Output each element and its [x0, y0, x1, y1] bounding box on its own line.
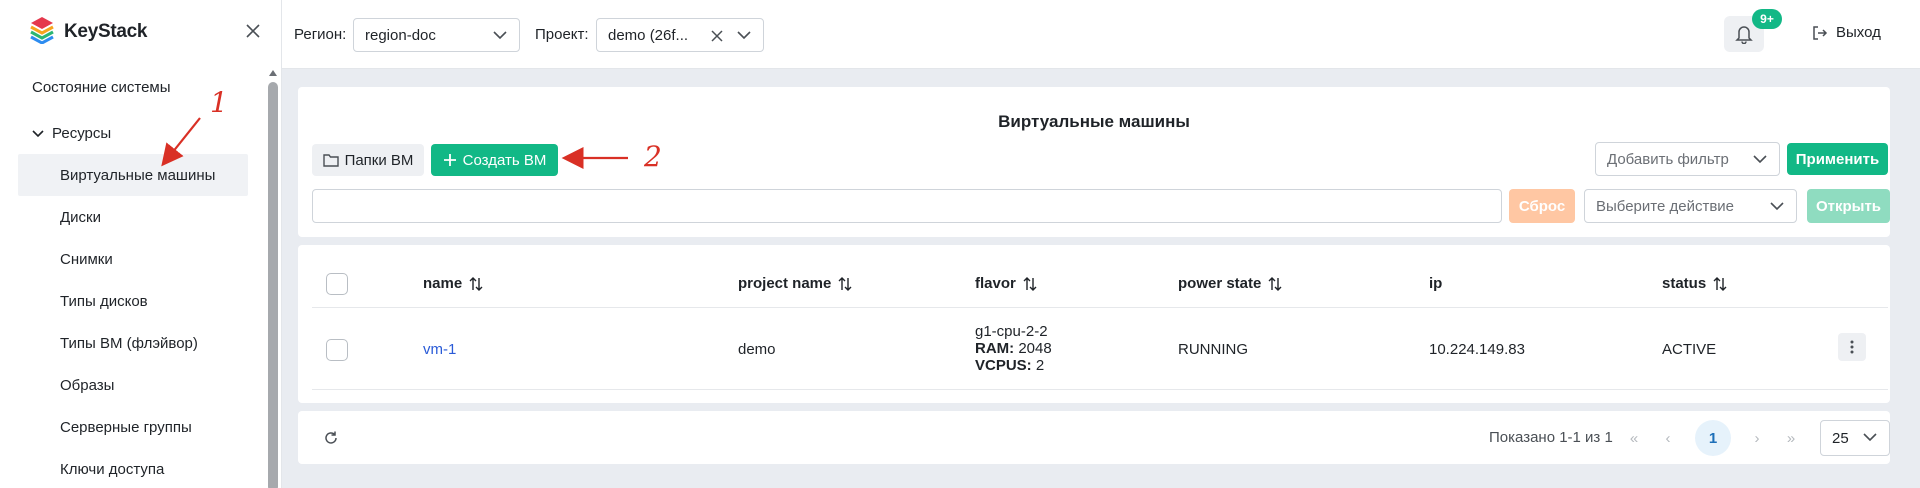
annotation-arrows [161, 117, 628, 169]
annotation-arrow-1 [161, 117, 201, 167]
